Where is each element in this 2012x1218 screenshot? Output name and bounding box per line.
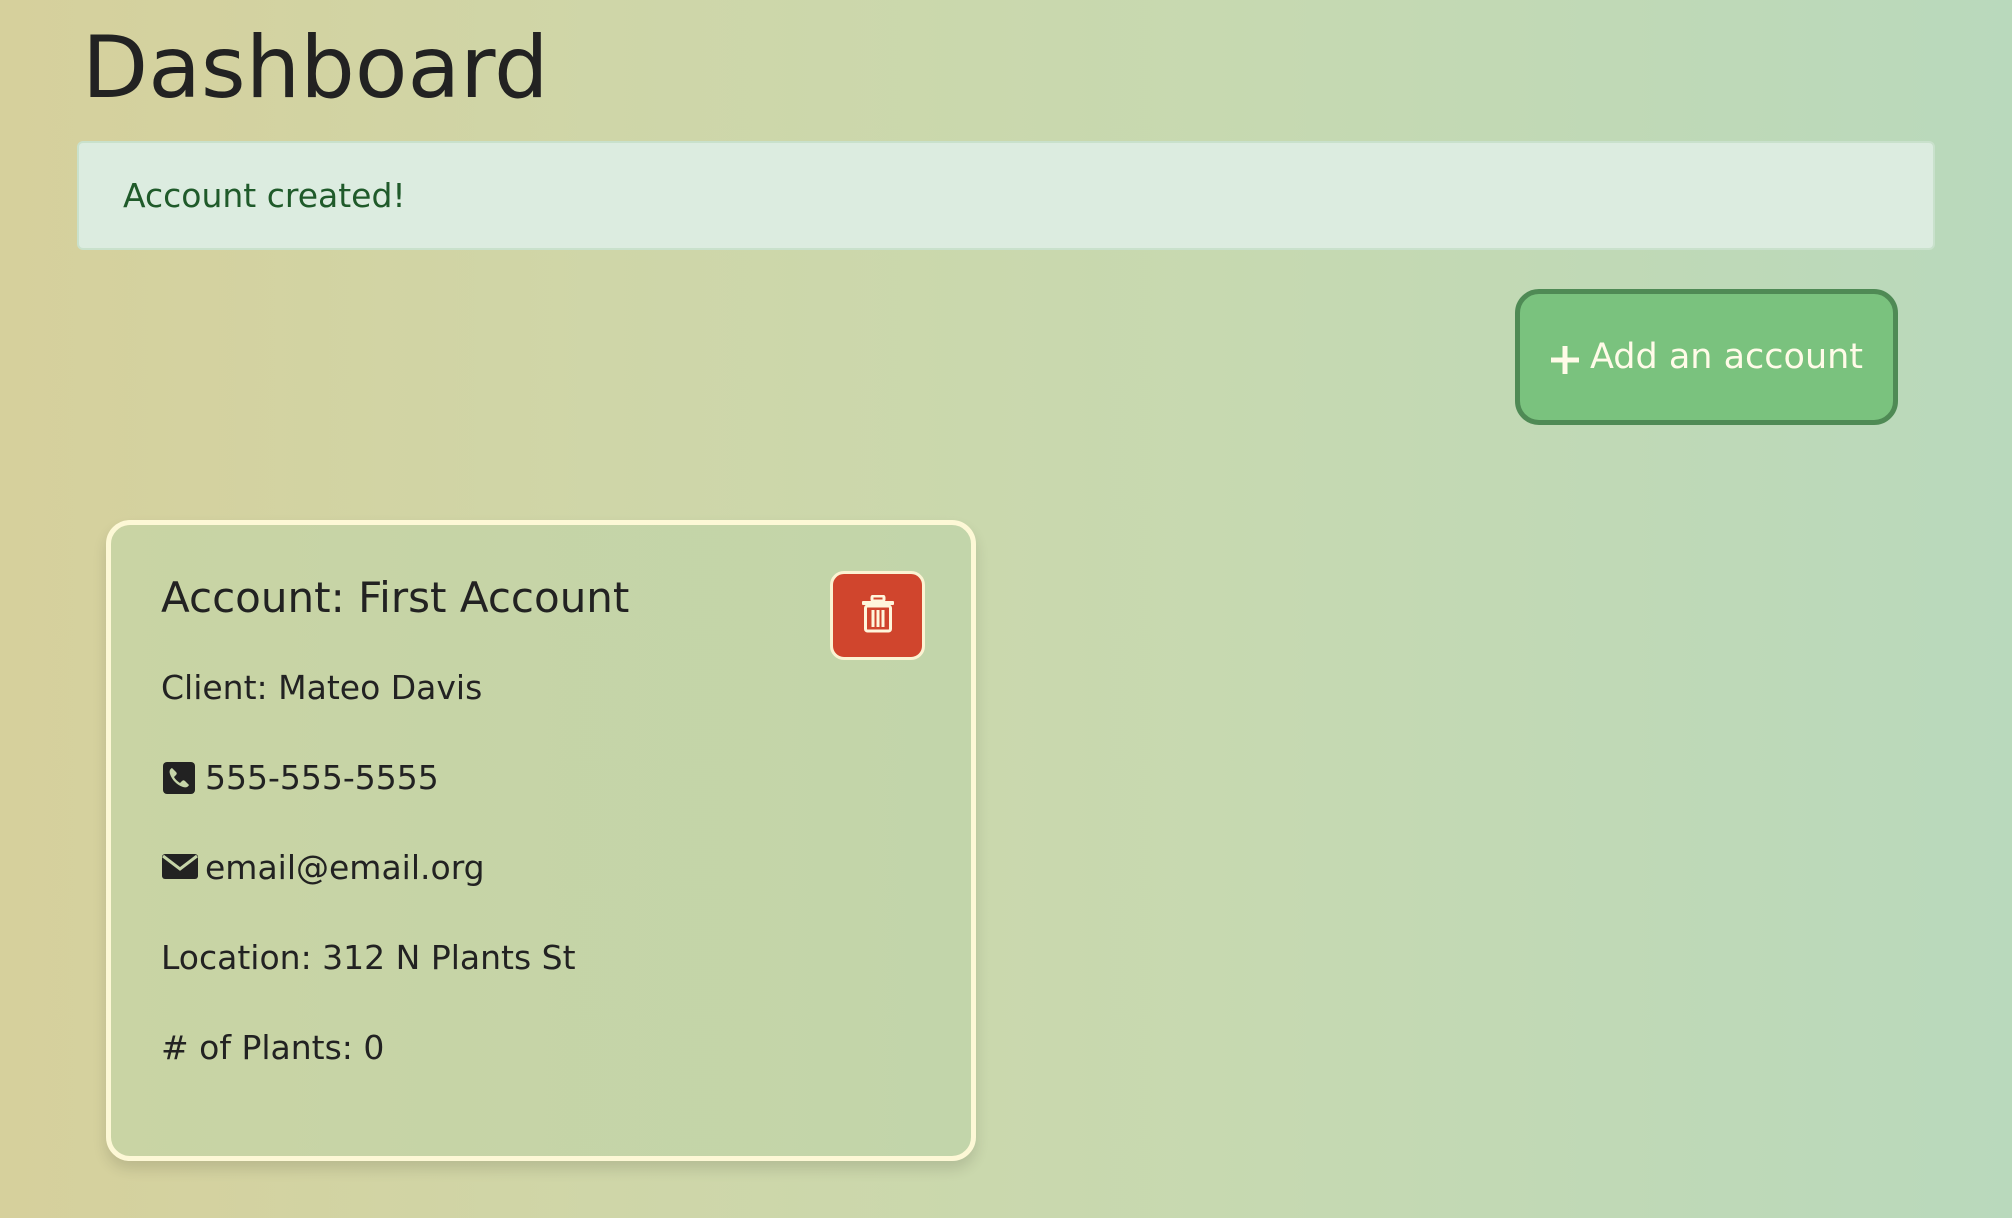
page-title: Dashboard bbox=[82, 18, 549, 118]
client-text: Client: Mateo Davis bbox=[161, 668, 483, 707]
plants-count: # of Plants: 0 bbox=[161, 1028, 385, 1067]
plants-row: # of Plants: 0 bbox=[161, 1028, 384, 1067]
client-row: Client: Mateo Davis bbox=[161, 668, 482, 707]
account-card: Account: First Account Client: Mateo Dav… bbox=[106, 520, 976, 1161]
email-address: email@email.org bbox=[205, 848, 485, 887]
location-row: Location: 312 N Plants St bbox=[161, 938, 576, 977]
plus-icon bbox=[1550, 344, 1580, 374]
delete-account-button[interactable] bbox=[830, 571, 925, 660]
location-text: Location: 312 N Plants St bbox=[161, 938, 576, 977]
add-account-label: Add an account bbox=[1589, 337, 1864, 377]
email-row: email@email.org bbox=[161, 848, 485, 887]
phone-row: 555-555-5555 bbox=[161, 758, 439, 797]
success-alert: Account created! bbox=[77, 141, 1935, 250]
account-title: Account: First Account bbox=[161, 573, 630, 622]
add-account-button[interactable]: Add an account bbox=[1515, 289, 1898, 425]
alert-message: Account created! bbox=[123, 176, 406, 215]
envelope-icon bbox=[161, 850, 198, 886]
trash-icon bbox=[861, 594, 895, 637]
phone-number: 555-555-5555 bbox=[205, 758, 439, 797]
phone-icon bbox=[161, 760, 197, 796]
